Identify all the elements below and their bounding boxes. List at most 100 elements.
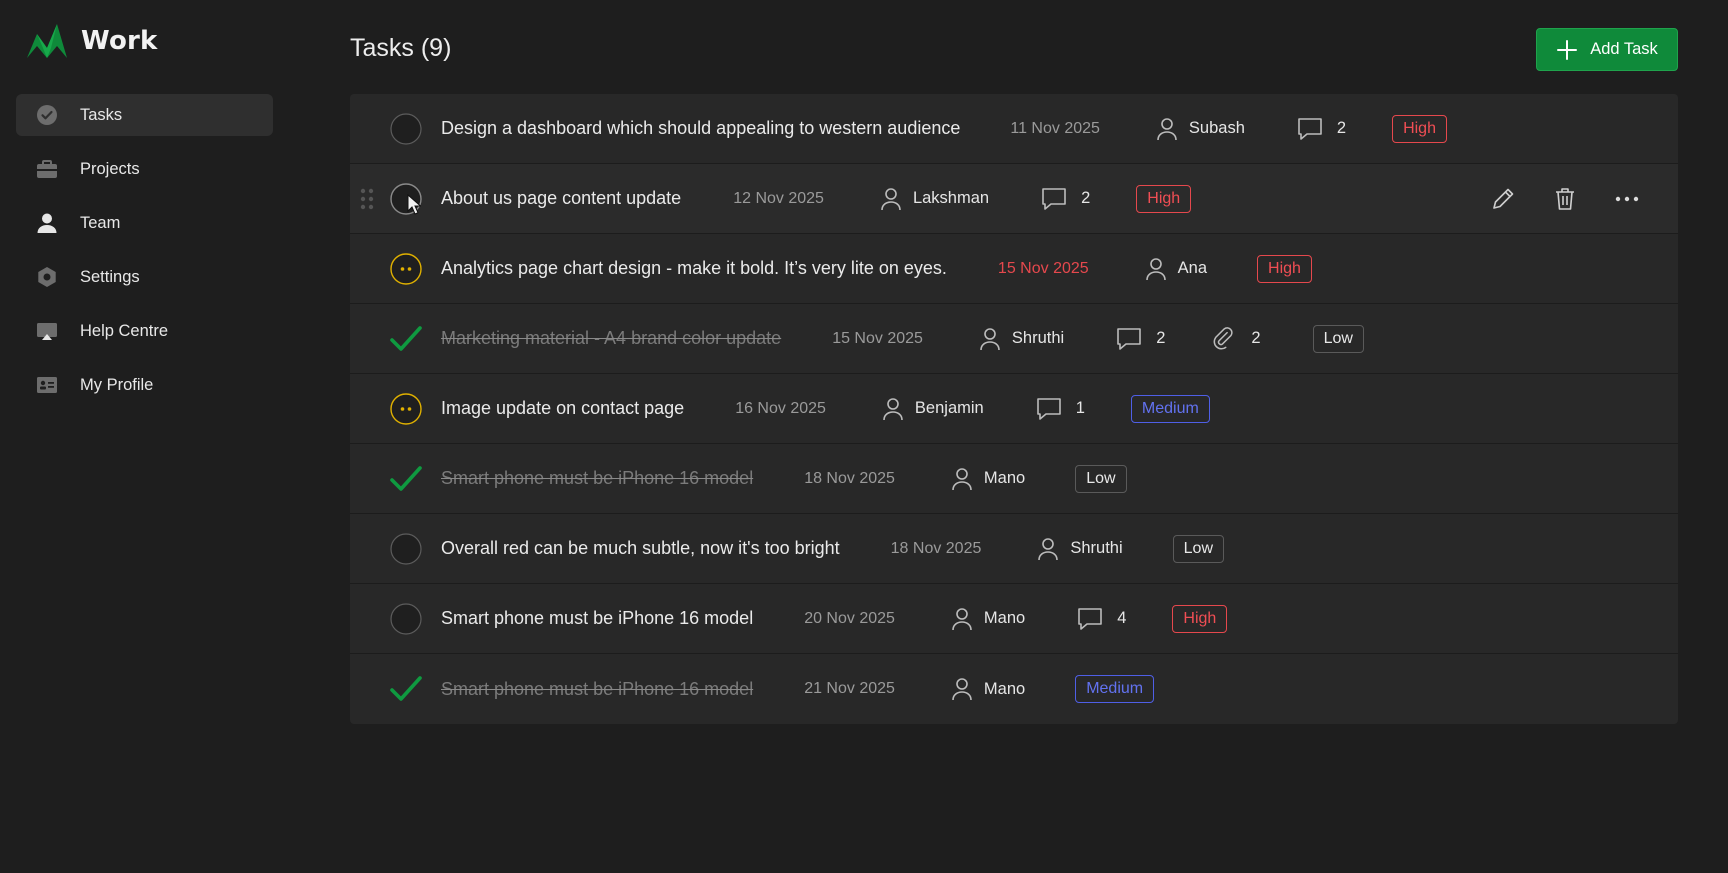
comment-icon bbox=[1117, 327, 1142, 350]
add-task-label: Add Task bbox=[1590, 40, 1658, 58]
sidebar-item-settings[interactable]: Settings bbox=[16, 256, 273, 298]
task-assignee: Subash bbox=[1156, 117, 1245, 141]
id-card-icon bbox=[36, 374, 58, 396]
edit-button[interactable] bbox=[1490, 186, 1516, 212]
sidebar-item-label: Settings bbox=[80, 267, 140, 286]
task-status-done-icon[interactable] bbox=[390, 323, 422, 355]
more-options-button[interactable] bbox=[1614, 186, 1640, 212]
task-row[interactable]: Image update on contact page 16 Nov 2025… bbox=[350, 374, 1678, 444]
task-status-open-icon[interactable] bbox=[390, 112, 422, 145]
task-assignee: Mano bbox=[951, 467, 1025, 491]
task-assignee: Mano bbox=[951, 677, 1025, 701]
task-due-date: 12 Nov 2025 bbox=[733, 189, 824, 207]
task-row[interactable]: Design a dashboard which should appealin… bbox=[350, 94, 1678, 164]
priority-badge: Low bbox=[1312, 324, 1364, 353]
comment-count: 2 bbox=[1156, 329, 1166, 347]
sidebar-item-help-centre[interactable]: Help Centre bbox=[16, 310, 273, 352]
task-row[interactable]: About us page content update 12 Nov 2025… bbox=[350, 164, 1678, 234]
sidebar-item-tasks[interactable]: Tasks bbox=[16, 94, 273, 136]
task-row[interactable]: Smart phone must be iPhone 16 model 21 N… bbox=[350, 654, 1678, 724]
app-name: Work bbox=[81, 26, 158, 56]
assignee-name: Shruthi bbox=[1070, 539, 1123, 557]
task-title[interactable]: Design a dashboard which should appealin… bbox=[441, 118, 960, 139]
task-title[interactable]: Smart phone must be iPhone 16 model bbox=[441, 468, 753, 489]
user-icon bbox=[1157, 117, 1177, 140]
paperclip-icon bbox=[1213, 326, 1234, 350]
sidebar-item-my-profile[interactable]: My Profile bbox=[16, 364, 273, 406]
comment-icon bbox=[1036, 397, 1061, 420]
task-title[interactable]: Analytics page chart design - make it bo… bbox=[441, 258, 947, 279]
task-title[interactable]: Smart phone must be iPhone 16 model bbox=[441, 679, 753, 700]
drag-handle-icon[interactable] bbox=[360, 188, 374, 210]
assignee-name: Mano bbox=[983, 609, 1026, 627]
priority-badge: Medium bbox=[1130, 394, 1210, 423]
sidebar-nav: Tasks Projects Team Settings Help Centre bbox=[16, 94, 273, 418]
user-icon bbox=[881, 187, 901, 210]
sidebar-item-label: Projects bbox=[80, 159, 140, 178]
task-assignee: Mano bbox=[951, 607, 1025, 631]
row-actions bbox=[1454, 164, 1640, 234]
add-task-button[interactable]: Add Task bbox=[1536, 28, 1678, 71]
comment-count: 1 bbox=[1075, 399, 1085, 417]
sidebar: Work Tasks Projects Team Settings Help C… bbox=[0, 0, 290, 873]
pencil-icon bbox=[1493, 188, 1514, 209]
page-title: Tasks (9) bbox=[350, 34, 452, 62]
task-title[interactable]: Smart phone must be iPhone 16 model bbox=[441, 608, 753, 629]
assignee-name: Shruthi bbox=[1011, 329, 1065, 347]
priority-badge: Medium bbox=[1075, 675, 1155, 703]
task-status-in-progress-icon[interactable] bbox=[390, 392, 422, 425]
sidebar-item-projects[interactable]: Projects bbox=[16, 148, 273, 190]
task-due-date: 18 Nov 2025 bbox=[804, 469, 895, 487]
task-attachments[interactable]: 2 bbox=[1211, 326, 1261, 351]
task-title[interactable]: Image update on contact page bbox=[441, 398, 684, 419]
comment-count: 4 bbox=[1117, 609, 1127, 627]
task-status-in-progress-icon[interactable] bbox=[390, 252, 422, 285]
attachment-count: 2 bbox=[1251, 329, 1261, 347]
task-status-done-icon[interactable] bbox=[390, 673, 422, 705]
priority-badge: High bbox=[1136, 184, 1192, 213]
comment-count: 2 bbox=[1081, 189, 1091, 207]
task-comments[interactable]: 2 bbox=[1297, 117, 1346, 141]
task-row[interactable]: Smart phone must be iPhone 16 model 20 N… bbox=[350, 584, 1678, 654]
brand[interactable]: Work bbox=[27, 24, 158, 58]
user-icon bbox=[952, 607, 972, 630]
task-status-open-icon[interactable] bbox=[390, 602, 422, 635]
task-status-open-icon[interactable] bbox=[390, 532, 422, 565]
task-title[interactable]: Overall red can be much subtle, now it's… bbox=[441, 538, 840, 559]
check-circle-icon bbox=[36, 104, 58, 126]
task-row[interactable]: Analytics page chart design - make it bo… bbox=[350, 234, 1678, 304]
task-comments[interactable]: 2 bbox=[1116, 327, 1165, 351]
sidebar-item-label: Help Centre bbox=[80, 321, 169, 340]
task-due-date: 16 Nov 2025 bbox=[735, 399, 826, 417]
task-title[interactable]: About us page content update bbox=[441, 188, 681, 209]
priority-badge: High bbox=[1392, 114, 1447, 143]
priority-badge: Low bbox=[1172, 534, 1225, 563]
delete-button[interactable] bbox=[1552, 186, 1578, 212]
task-row[interactable]: Overall red can be much subtle, now it's… bbox=[350, 514, 1678, 584]
task-status-open-icon[interactable] bbox=[390, 182, 422, 215]
assignee-name: Benjamin bbox=[914, 399, 984, 417]
task-row[interactable]: Smart phone must be iPhone 16 model 18 N… bbox=[350, 444, 1678, 514]
priority-badge: High bbox=[1257, 254, 1312, 283]
sidebar-item-team[interactable]: Team bbox=[16, 202, 273, 244]
person-icon bbox=[36, 212, 58, 234]
task-title[interactable]: Marketing material - A4 brand color upda… bbox=[441, 328, 781, 349]
task-row[interactable]: Marketing material - A4 brand color upda… bbox=[350, 304, 1678, 374]
task-assignee: Benjamin bbox=[882, 397, 984, 421]
comment-count: 2 bbox=[1336, 119, 1347, 137]
task-due-date: 18 Nov 2025 bbox=[890, 539, 982, 557]
task-due-date: 20 Nov 2025 bbox=[804, 609, 895, 627]
comment-icon bbox=[1078, 607, 1103, 630]
task-assignee: Shruthi bbox=[979, 327, 1064, 351]
task-status-done-icon[interactable] bbox=[390, 463, 422, 495]
work-logo-icon bbox=[27, 24, 67, 58]
task-assignee: Lakshman bbox=[880, 187, 989, 211]
priority-badge: Low bbox=[1075, 464, 1127, 493]
task-comments[interactable]: 1 bbox=[1036, 397, 1085, 421]
task-comments[interactable]: 4 bbox=[1077, 607, 1126, 631]
task-comments[interactable]: 2 bbox=[1041, 187, 1090, 211]
user-icon bbox=[952, 467, 972, 490]
assignee-name: Subash bbox=[1188, 119, 1245, 137]
sidebar-item-label: Team bbox=[80, 213, 121, 232]
assignee-name: Lakshman bbox=[912, 189, 990, 207]
